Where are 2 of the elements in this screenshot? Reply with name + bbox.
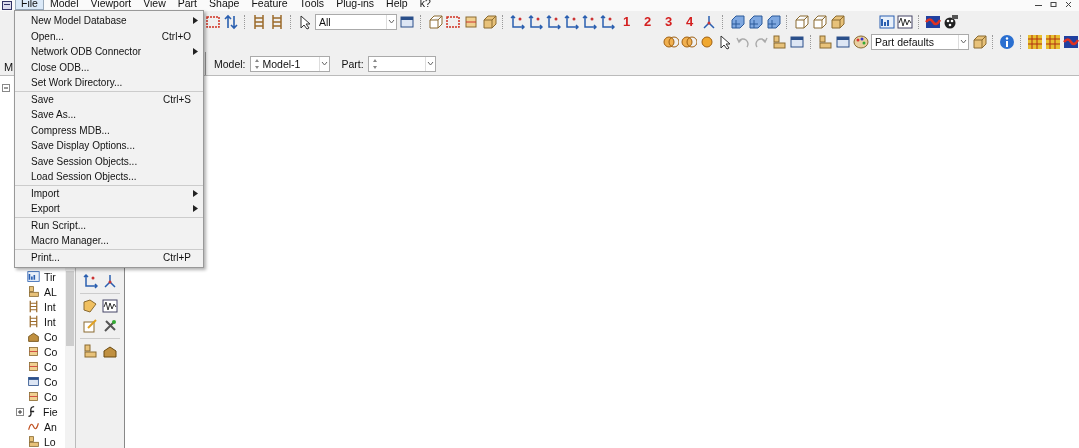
model-label: Model: — [214, 57, 246, 70]
part-label: Part: — [341, 57, 364, 70]
